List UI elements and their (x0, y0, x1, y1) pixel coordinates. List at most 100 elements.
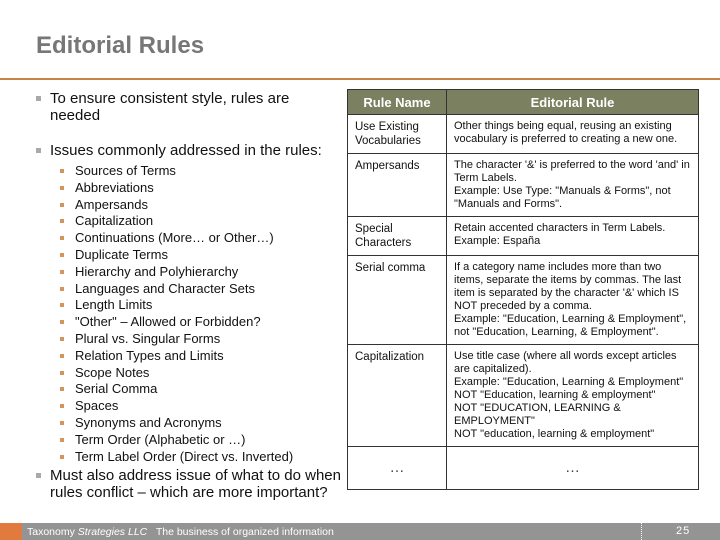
issue-text: Hierarchy and Polyhierarchy (75, 263, 239, 279)
bullet-icon (60, 236, 64, 241)
rule-line: Other things being equal, reusing an exi… (454, 120, 678, 145)
bullet-icon (60, 353, 64, 358)
bullet-text: Must also address issue of what to do wh… (50, 467, 341, 501)
issue-item: Term Order (Alphabetic or …) (60, 432, 341, 449)
issue-item: Hierarchy and Polyhierarchy (60, 264, 341, 281)
bullet-list: To ensure consistent style, rules are ne… (36, 90, 341, 465)
slide-title: Editorial Rules (36, 32, 205, 59)
issue-text: Continuations (More… or Other…) (75, 230, 274, 246)
bullet-icon (60, 370, 64, 375)
bullet-icon (60, 185, 64, 190)
editorial-rule-cell: … (446, 446, 699, 490)
issue-item: Sources of Terms (60, 163, 341, 180)
table-row: …… (347, 446, 699, 490)
issue-text: Ampersands (75, 196, 148, 212)
tagline: The business of organized information (155, 526, 334, 538)
editorial-rule-cell: Retain accented characters in Term Label… (446, 216, 699, 256)
issue-item: Plural vs. Singular Forms (60, 331, 341, 348)
issue-item: Languages and Character Sets (60, 281, 341, 298)
issue-item: Spaces (60, 398, 341, 415)
rule-line: Example: Use Type: "Manuals & Forms", no… (454, 185, 671, 210)
footer-bar: Taxonomy Strategies LLC The business of … (0, 523, 720, 540)
rule-name-cell: Use Existing Vocabularies (347, 114, 447, 154)
issue-text: Relation Types and Limits (75, 347, 224, 363)
issue-item: Duplicate Terms (60, 247, 341, 264)
column-header-rule-name: Rule Name (347, 89, 447, 115)
bullet-text: To ensure consistent style, rules are ne… (50, 90, 290, 124)
company-name: Taxonomy (27, 526, 75, 538)
issue-item: Serial Comma (60, 381, 341, 398)
issue-text: Spaces (75, 398, 119, 414)
bullet-item: Issues commonly addressed in the rules: (36, 142, 341, 159)
column-header-editorial-rule: Editorial Rule (446, 89, 699, 115)
issue-text: Synonyms and Acronyms (75, 414, 222, 430)
rule-line: If a category name includes more than tw… (454, 261, 682, 312)
issue-item: Ampersands (60, 197, 341, 214)
issue-item: Continuations (More… or Other…) (60, 230, 341, 247)
bullet-icon (60, 320, 64, 325)
issue-item: Scope Notes (60, 365, 341, 382)
issue-text: "Other" – Allowed or Forbidden? (75, 314, 261, 330)
rule-line: Example: España (454, 235, 541, 247)
bullet-icon (36, 473, 41, 478)
rule-line: … (565, 459, 580, 476)
rule-name-cell: Serial comma (347, 255, 447, 345)
editorial-rule-cell: If a category name includes more than tw… (446, 255, 699, 345)
issue-item: Synonyms and Acronyms (60, 415, 341, 432)
editorial-rules-table: Rule Name Editorial Rule Use Existing Vo… (347, 89, 699, 490)
issue-item: Capitalization (60, 213, 341, 230)
issue-text: Term Order (Alphabetic or …) (75, 431, 246, 447)
bullet-icon (60, 387, 64, 392)
page-number: 25 (676, 525, 691, 537)
issue-text: Scope Notes (75, 364, 150, 380)
issue-text: Duplicate Terms (75, 246, 168, 262)
table-row: Ampersands The character '&' is preferred… (347, 153, 699, 217)
issue-item: Abbreviations (60, 180, 341, 197)
rule-line: Example: "Education, Learning & Employme… (454, 313, 687, 338)
bullet-text: Issues commonly addressed in the rules: (50, 142, 322, 159)
title-divider (0, 78, 720, 80)
issue-text: Capitalization (75, 213, 154, 229)
rule-line: Example: "Education, Learning & Employme… (454, 376, 684, 388)
issue-item: Relation Types and Limits (60, 348, 341, 365)
editorial-rule-cell: Use title case (where all words except a… (446, 344, 699, 447)
bullet-icon (60, 303, 64, 308)
table-row: Use Existing Vocabularies Other things be… (347, 114, 699, 154)
footer-text: Taxonomy Strategies LLC The business of … (27, 526, 334, 538)
rule-name-cell: Special Characters (347, 216, 447, 256)
bullet-icon (60, 454, 64, 459)
editorial-rule-cell: Other things being equal, reusing an exi… (446, 114, 699, 154)
logo-mark-icon (0, 523, 22, 540)
rule-line: Retain accented characters in Term Label… (454, 222, 666, 234)
issues-list: Sources of Terms Abbreviations Ampersands C… (36, 163, 341, 465)
rule-name-cell: Capitalization (347, 344, 447, 447)
rule-name-cell: … (347, 446, 447, 490)
bullet-icon (60, 202, 64, 207)
issue-text: Term Label Order (Direct vs. Inverted) (75, 448, 294, 464)
bullet-icon (60, 252, 64, 257)
bullet-icon (60, 336, 64, 341)
table-row: Capitalization Use title case (where all … (347, 344, 699, 447)
issue-text: Abbreviations (75, 179, 154, 195)
issue-item: Term Label Order (Direct vs. Inverted) (60, 449, 341, 466)
bullet-icon (36, 96, 41, 101)
table-row: Serial comma If a category name includes … (347, 255, 699, 345)
rule-name-cell: Ampersands (347, 153, 447, 217)
issue-text: Languages and Character Sets (75, 280, 255, 296)
bullet-icon (60, 169, 64, 173)
rule-line: Use title case (where all words except a… (454, 350, 677, 375)
bullet-icon (60, 404, 64, 409)
bullet-item: To ensure consistent style, rules are ne… (36, 90, 341, 124)
bullet-icon (36, 148, 41, 153)
table-header-row: Rule Name Editorial Rule (347, 89, 699, 115)
bullet-icon (60, 420, 64, 425)
footer-divider (641, 523, 642, 540)
company-name-italic: Strategies LLC (77, 526, 148, 538)
issue-text: Serial Comma (75, 381, 158, 397)
issue-text: Sources of Terms (75, 163, 176, 178)
rule-line: NOT "education, learning & employment" (454, 428, 655, 440)
issue-item: "Other" – Allowed or Forbidden? (60, 314, 341, 331)
bullet-icon (60, 437, 64, 442)
issue-text: Length Limits (75, 297, 153, 313)
editorial-rule-cell: The character '&' is preferred to the wo… (446, 153, 699, 217)
